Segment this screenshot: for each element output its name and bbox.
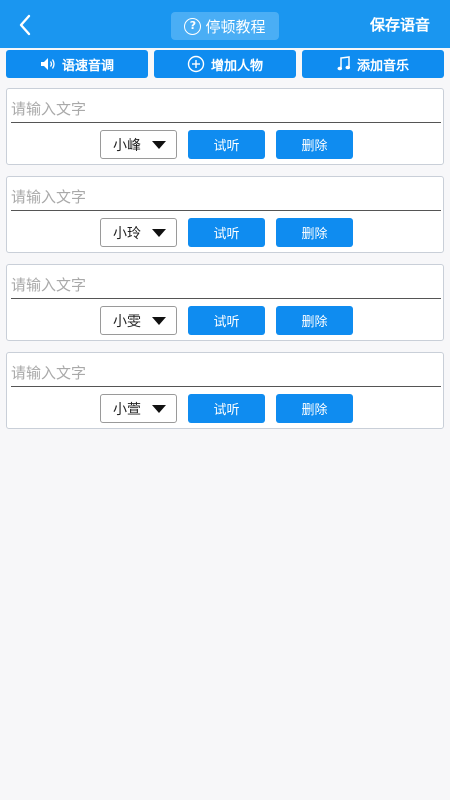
text-input[interactable] xyxy=(11,95,441,123)
dropdown-caret-icon xyxy=(152,228,166,237)
voice-select[interactable]: 小峰 xyxy=(100,130,177,159)
listen-button[interactable]: 试听 xyxy=(188,306,265,335)
pause-tutorial-button[interactable]: ? 停顿教程 xyxy=(171,12,279,40)
card-controls: 小峰 试听 删除 xyxy=(100,130,353,159)
back-button[interactable] xyxy=(10,10,40,40)
card-controls: 小玲 试听 删除 xyxy=(100,218,353,247)
add-music-button[interactable]: 添加音乐 xyxy=(302,50,444,78)
text-input[interactable] xyxy=(11,359,441,387)
app-header: ? 停顿教程 保存语音 xyxy=(0,0,450,48)
listen-button[interactable]: 试听 xyxy=(188,130,265,159)
listen-button[interactable]: 试听 xyxy=(188,394,265,423)
speaker-icon xyxy=(40,57,56,71)
dialogue-card: 小萱 试听 删除 xyxy=(6,352,444,429)
listen-button[interactable]: 试听 xyxy=(188,218,265,247)
dialogue-card: 小雯 试听 删除 xyxy=(6,264,444,341)
speed-pitch-label: 语速音调 xyxy=(61,58,114,74)
toolbar: 语速音调 增加人物 添加音乐 xyxy=(6,50,444,78)
chevron-left-icon xyxy=(19,14,31,36)
dialogue-list: 小峰 试听 删除 小玲 试听 删除 小雯 试听 删除 xyxy=(6,88,444,440)
save-voice-button[interactable]: 保存语音 xyxy=(370,14,430,35)
voice-name: 小玲 xyxy=(113,225,141,242)
dropdown-caret-icon xyxy=(152,140,166,149)
delete-button[interactable]: 删除 xyxy=(276,130,353,159)
pause-tutorial-label: 停顿教程 xyxy=(205,17,266,36)
dialogue-card: 小玲 试听 删除 xyxy=(6,176,444,253)
plus-circle-icon xyxy=(187,55,205,73)
delete-button[interactable]: 删除 xyxy=(276,394,353,423)
add-character-label: 增加人物 xyxy=(210,58,263,74)
add-music-label: 添加音乐 xyxy=(356,58,409,74)
dialogue-card: 小峰 试听 删除 xyxy=(6,88,444,165)
dropdown-caret-icon xyxy=(152,316,166,325)
delete-button[interactable]: 删除 xyxy=(276,218,353,247)
voice-select[interactable]: 小萱 xyxy=(100,394,177,423)
speed-pitch-button[interactable]: 语速音调 xyxy=(6,50,148,78)
dropdown-caret-icon xyxy=(152,404,166,413)
text-input[interactable] xyxy=(11,271,441,299)
add-character-button[interactable]: 增加人物 xyxy=(154,50,296,78)
voice-select[interactable]: 小玲 xyxy=(100,218,177,247)
card-controls: 小萱 试听 删除 xyxy=(100,394,353,423)
music-note-icon xyxy=(337,56,351,72)
voice-name: 小雯 xyxy=(113,313,141,330)
voice-select[interactable]: 小雯 xyxy=(100,306,177,335)
text-input[interactable] xyxy=(11,183,441,211)
question-circle-icon: ? xyxy=(184,17,202,35)
voice-name: 小萱 xyxy=(113,401,141,418)
delete-button[interactable]: 删除 xyxy=(276,306,353,335)
card-controls: 小雯 试听 删除 xyxy=(100,306,353,335)
voice-name: 小峰 xyxy=(113,137,141,154)
